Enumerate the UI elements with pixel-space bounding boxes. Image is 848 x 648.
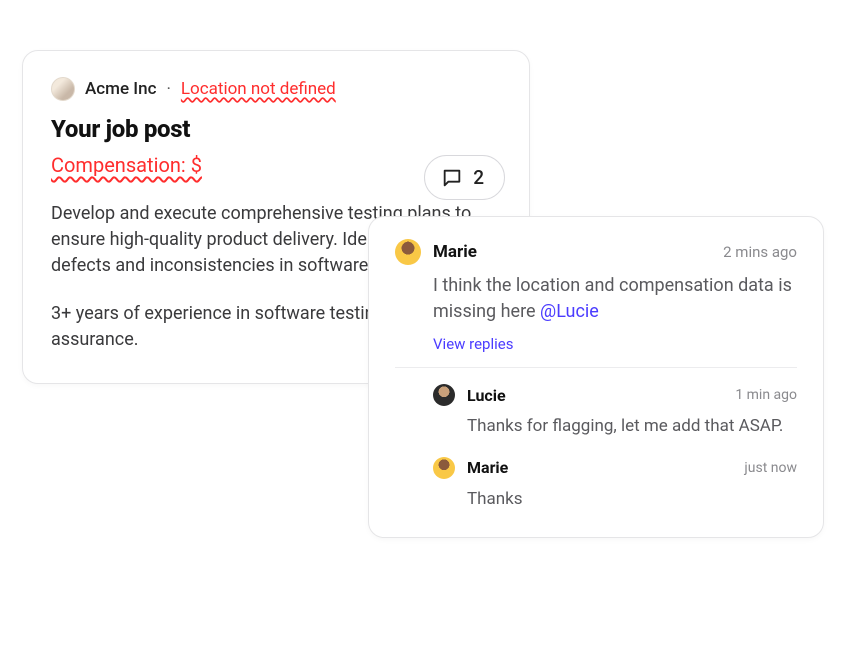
reply-timestamp: just now [744,460,797,476]
comment-icon [441,167,463,189]
separator: · [166,79,170,99]
mention[interactable]: @Lucie [540,301,599,322]
replies-list: Lucie 1 min ago Thanks for flagging, let m… [433,384,797,511]
compensation-placeholder[interactable]: Compensation: $ [51,153,202,177]
view-replies-link[interactable]: View replies [433,335,513,353]
comment-head: Marie 2 mins ago [395,239,797,265]
comment-author: Marie [433,242,477,262]
avatar [433,384,455,406]
reply: Lucie 1 min ago Thanks for flagging, let m… [433,384,797,439]
reply-head: Lucie 1 min ago [433,384,797,406]
reply-body: Thanks [467,487,797,512]
avatar [433,457,455,479]
reply-author: Lucie [467,386,506,405]
reply-author: Marie [467,458,508,477]
comments-button[interactable]: 2 [424,155,505,200]
reply-head: Marie just now [433,457,797,479]
comments-count: 2 [473,166,484,189]
reply-body: Thanks for flagging, let me add that ASA… [467,414,797,439]
comment-root: Marie 2 mins ago I think the location an… [395,239,797,353]
divider [395,367,797,368]
avatar [395,239,421,265]
company-avatar [51,77,75,101]
reply: Marie just now Thanks [433,457,797,512]
comments-panel: Marie 2 mins ago I think the location an… [368,216,824,538]
comment-timestamp: 2 mins ago [723,243,797,261]
job-header: Acme Inc · Location not defined [51,77,501,101]
location-placeholder[interactable]: Location not defined [181,79,336,99]
comment-text: I think the location and compensation da… [433,275,792,322]
company-name: Acme Inc [85,79,156,99]
job-title: Your job post [51,115,501,143]
comment-body: I think the location and compensation da… [433,273,797,325]
reply-timestamp: 1 min ago [735,387,797,403]
